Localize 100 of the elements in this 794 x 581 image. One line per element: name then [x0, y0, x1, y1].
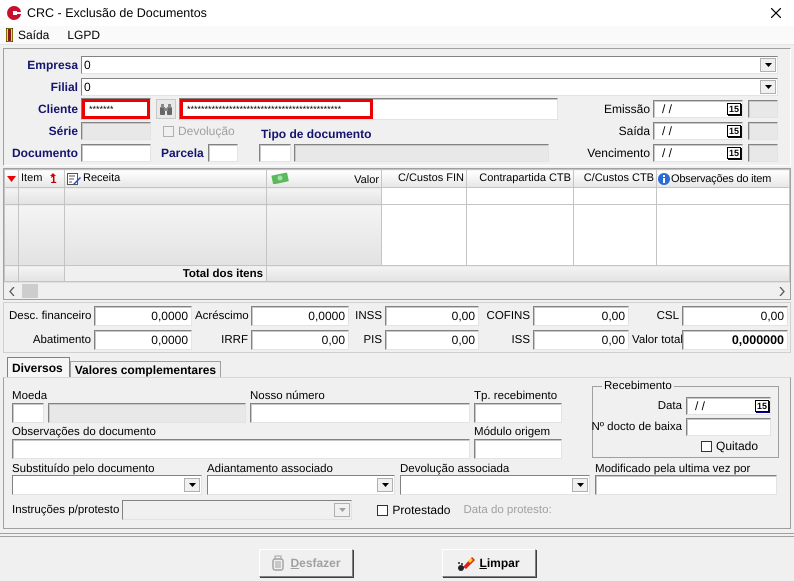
- dropdown-arrow-icon: [338, 508, 346, 512]
- document-type-code-field[interactable]: [258, 144, 291, 162]
- amount-field[interactable]: 0,00: [385, 330, 479, 350]
- column-header[interactable]: C/Custos FIN: [382, 170, 466, 188]
- tab[interactable]: Diversos: [7, 357, 70, 377]
- calendar-button[interactable]: 15: [726, 125, 741, 137]
- field-label: Cliente: [36, 102, 79, 116]
- date-value: / /: [662, 102, 674, 116]
- input-field[interactable]: [474, 439, 562, 459]
- field-label: ISS: [510, 334, 530, 346]
- checkbox[interactable]: [377, 504, 388, 516]
- column-header[interactable]: Receita: [64, 170, 266, 188]
- input-field[interactable]: [474, 403, 562, 423]
- amount-field[interactable]: 0,000000: [682, 330, 788, 350]
- field-label: IRRF: [220, 334, 248, 346]
- client-code-field[interactable]: *******: [81, 98, 151, 120]
- date-value: / /: [662, 146, 674, 160]
- notes-field[interactable]: [12, 439, 470, 459]
- input-field[interactable]: [250, 403, 470, 423]
- field-label: Empresa: [26, 58, 80, 72]
- column-header[interactable]: Contrapartida CTB: [466, 170, 574, 188]
- calendar-button[interactable]: 15: [726, 103, 741, 115]
- checkbox-label: Devolução: [178, 124, 235, 138]
- column-header[interactable]: [4, 170, 18, 188]
- input-field[interactable]: [748, 122, 778, 140]
- field-label: INSS: [354, 310, 382, 322]
- info-icon: [658, 172, 670, 186]
- amount-field[interactable]: 0,0000: [94, 306, 192, 326]
- branch-dropdown[interactable]: 0: [81, 78, 778, 96]
- menu-item[interactable]: LGPD: [67, 28, 100, 42]
- date-value: / /: [695, 399, 706, 413]
- field-label: Série: [48, 124, 79, 138]
- sort-badge: 1: [50, 172, 57, 185]
- amount-field[interactable]: 0,00: [251, 330, 349, 350]
- date-field[interactable]: / / 15: [686, 397, 771, 415]
- dropdown[interactable]: [400, 475, 590, 495]
- company-dropdown[interactable]: 0: [81, 56, 778, 74]
- date-field[interactable]: / / 15: [653, 100, 743, 118]
- window-title: CRC - Exclusão de Documentos: [27, 6, 207, 20]
- close-icon: [771, 8, 781, 18]
- dropdown-arrow-icon: [382, 483, 388, 487]
- field-label: Filial: [50, 80, 79, 94]
- date-field[interactable]: / / 15: [653, 144, 743, 162]
- amount-field[interactable]: 0,0000: [94, 330, 192, 350]
- dropdown[interactable]: [12, 475, 202, 495]
- field-label: Data do protesto:: [463, 504, 552, 516]
- field-label: Modificado pela ultima vez por: [595, 463, 752, 475]
- field-label: Módulo origem: [474, 426, 552, 438]
- date-field[interactable]: / / 15: [653, 122, 743, 140]
- input-field[interactable]: [748, 100, 778, 118]
- dropdown-arrow-icon: [188, 483, 196, 487]
- total-label: Total dos itens: [64, 266, 266, 282]
- currency-code-field[interactable]: [12, 403, 44, 423]
- tab[interactable]: Valores complementares: [70, 361, 222, 377]
- grid-cell: [4, 188, 18, 204]
- horizontal-scrollbar[interactable]: [4, 282, 790, 299]
- search-button[interactable]: [156, 99, 176, 119]
- field-label: Tp. recebimento: [474, 390, 558, 402]
- column-header[interactable]: Valor: [266, 170, 382, 188]
- input-field[interactable]: [595, 475, 777, 495]
- client-name-field[interactable]: ********************************************: [179, 98, 558, 120]
- edit-icon: [67, 172, 81, 185]
- input-field[interactable]: [686, 418, 771, 436]
- scrollbar-thumb[interactable]: [22, 284, 38, 298]
- field-label: Emissão: [602, 102, 651, 116]
- installment-field[interactable]: [208, 144, 238, 162]
- calendar-button[interactable]: 15: [726, 147, 741, 159]
- amount-field[interactable]: 0,00: [682, 306, 788, 326]
- field-value: ********************************************: [180, 99, 373, 119]
- action-button[interactable]: Limpar: [442, 549, 536, 577]
- bin-icon: [270, 555, 286, 571]
- logo-icon: [6, 5, 22, 21]
- field-label: Nosso número: [250, 390, 326, 402]
- field-label: Tipo de documento: [261, 127, 372, 141]
- menu-item[interactable]: Saída: [6, 28, 50, 42]
- amount-field[interactable]: 0,00: [533, 330, 629, 350]
- amount-field[interactable]: 0,00: [533, 306, 629, 326]
- eraser-icon: [457, 555, 476, 571]
- scroll-left-icon: [9, 286, 15, 296]
- column-header[interactable]: Item 1: [18, 170, 64, 188]
- checkbox[interactable]: [701, 440, 712, 452]
- amount-field[interactable]: 0,00: [385, 306, 479, 326]
- field-label: Nº docto de baixa: [591, 421, 682, 433]
- column-header[interactable]: Observações do item: [656, 170, 790, 188]
- field-label: Data: [658, 400, 682, 412]
- column-header[interactable]: C/Custos CTB: [574, 170, 656, 188]
- grid-cell: [4, 204, 18, 266]
- field-label: Adiantamento associado: [207, 463, 334, 475]
- checkbox-label: Protestado: [392, 503, 450, 517]
- field-label: Moeda: [12, 390, 48, 402]
- field-label: Abatimento: [32, 334, 91, 346]
- input-field[interactable]: [748, 144, 778, 162]
- field-label: Vencimento: [586, 146, 651, 160]
- document-field[interactable]: [81, 144, 151, 162]
- dropdown[interactable]: [207, 475, 395, 495]
- door-icon: [6, 28, 13, 42]
- calendar-button[interactable]: 15: [754, 400, 769, 412]
- field-label: Devolução associada: [400, 463, 510, 475]
- amount-field[interactable]: 0,0000: [251, 306, 349, 326]
- grid-cell: [18, 188, 64, 204]
